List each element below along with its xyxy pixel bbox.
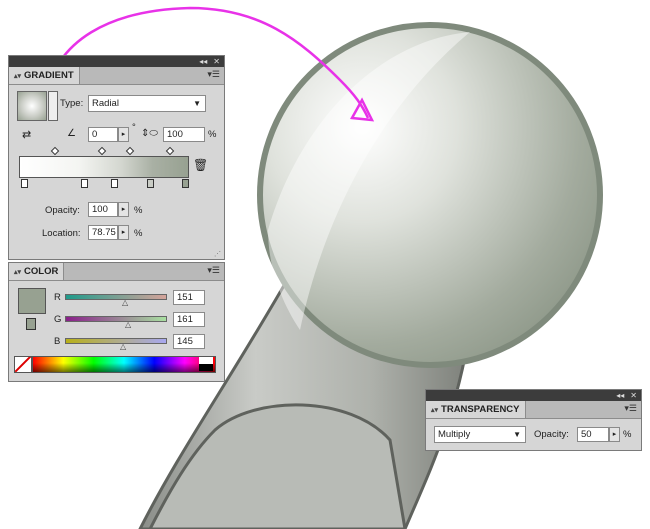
angle-field[interactable]: 0 — [88, 127, 118, 142]
location-field[interactable]: 78.75 — [88, 225, 118, 240]
panel-titlebar[interactable]: ◂◂ ✕ — [9, 56, 224, 67]
fill-swatch[interactable] — [18, 288, 46, 314]
panel-menu-icon[interactable]: ▾☰ — [207, 265, 220, 276]
opacity-stepper[interactable]: ▸ — [118, 202, 129, 217]
blue-slider-thumb[interactable]: △ — [120, 342, 126, 351]
midpoint-handle[interactable] — [125, 146, 135, 156]
trash-icon[interactable]: 🗑 — [193, 158, 208, 172]
red-slider[interactable] — [65, 294, 167, 300]
angle-stepper[interactable]: ▸ — [118, 127, 129, 142]
location-label: Location: — [42, 228, 81, 239]
midpoint-handle[interactable] — [165, 146, 175, 156]
tab-collapse-icon[interactable]: ▴▾ — [431, 406, 438, 414]
transparency-panel: ◂◂ ✕ ▴▾ TRANSPARENCY ▾☰ Multiply ▼ Opacity:… — [425, 389, 642, 451]
channel-label-b: B — [54, 336, 61, 347]
angle-unit: ° — [132, 122, 136, 133]
resize-grip-icon[interactable]: ⋰ — [214, 250, 221, 258]
gradient-panel: ◂◂ ✕ ▴▾ GRADIENT ▾☰ Type: Radial ▼ ⇄ ∠ 0 ▸ … — [8, 55, 225, 260]
reverse-gradient-icon[interactable]: ⇄ — [22, 128, 31, 141]
close-icon[interactable]: ✕ — [213, 57, 220, 66]
green-value-field[interactable]: 161 — [173, 312, 205, 327]
gradient-tab-row: ▴▾ GRADIENT ▾☰ — [9, 67, 224, 85]
tab-transparency[interactable]: ▴▾ TRANSPARENCY — [426, 401, 526, 418]
color-stop[interactable] — [81, 179, 88, 188]
blue-value-field[interactable]: 145 — [173, 334, 205, 349]
tab-label: COLOR — [24, 266, 59, 277]
color-panel: ▴▾ COLOR ▾☰ R △ 151 G △ 161 B △ 145 — [8, 262, 225, 382]
white-swatch[interactable] — [199, 357, 213, 364]
midpoint-handle[interactable] — [97, 146, 107, 156]
color-stop[interactable] — [21, 179, 28, 188]
color-tab-row: ▴▾ COLOR ▾☰ — [9, 263, 224, 281]
angle-icon: ∠ — [67, 128, 76, 139]
panel-menu-icon[interactable]: ▾☰ — [624, 403, 637, 414]
aspect-unit: % — [208, 129, 217, 140]
gradient-stop-indicator-icon — [26, 318, 36, 330]
chevron-down-icon: ▼ — [193, 99, 201, 108]
opacity-label: Opacity: — [45, 205, 80, 216]
gradient-swatch-menu[interactable] — [48, 91, 58, 121]
color-stop[interactable] — [111, 179, 118, 188]
color-spectrum[interactable] — [32, 356, 216, 373]
aspect-field[interactable]: 100 — [163, 127, 205, 142]
red-value-field[interactable]: 151 — [173, 290, 205, 305]
aspect-icon: ⇕⬭ — [141, 128, 158, 139]
channel-label-r: R — [54, 292, 61, 303]
chevron-down-icon: ▼ — [513, 430, 521, 439]
opacity-field[interactable]: 100 — [88, 202, 118, 217]
transparency-opacity-unit: % — [623, 429, 632, 440]
panel-menu-icon[interactable]: ▾☰ — [207, 69, 220, 80]
panel-titlebar[interactable]: ◂◂ ✕ — [426, 390, 641, 401]
color-stop[interactable] — [182, 179, 189, 188]
blend-mode-dropdown[interactable]: Multiply ▼ — [434, 426, 526, 443]
gradient-ramp[interactable] — [19, 156, 189, 178]
location-stepper[interactable]: ▸ — [118, 225, 129, 240]
close-icon[interactable]: ✕ — [630, 391, 637, 400]
green-slider-thumb[interactable]: △ — [125, 320, 131, 329]
none-slash-icon — [15, 357, 31, 372]
green-slider[interactable] — [65, 316, 167, 322]
tab-collapse-icon[interactable]: ▴▾ — [14, 268, 21, 276]
tab-gradient[interactable]: ▴▾ GRADIENT — [9, 67, 80, 84]
none-swatch[interactable] — [14, 356, 32, 373]
black-swatch[interactable] — [199, 364, 213, 371]
type-dropdown[interactable]: Radial ▼ — [88, 95, 206, 112]
collapse-icon[interactable]: ◂◂ — [616, 391, 624, 400]
transparency-tab-row: ▴▾ TRANSPARENCY ▾☰ — [426, 401, 641, 419]
transparency-opacity-stepper[interactable]: ▸ — [609, 427, 620, 442]
tab-label: GRADIENT — [24, 70, 74, 81]
blue-slider[interactable] — [65, 338, 167, 344]
tab-color[interactable]: ▴▾ COLOR — [9, 263, 65, 280]
tab-label: TRANSPARENCY — [441, 404, 520, 415]
midpoint-handle[interactable] — [50, 146, 60, 156]
color-stop[interactable] — [147, 179, 154, 188]
channel-label-g: G — [54, 314, 62, 325]
tube-band — [148, 403, 407, 529]
opacity-unit: % — [134, 205, 143, 216]
gradient-swatch[interactable] — [17, 91, 47, 121]
type-value: Radial — [92, 98, 119, 109]
collapse-icon[interactable]: ◂◂ — [199, 57, 207, 66]
location-unit: % — [134, 228, 143, 239]
transparency-opacity-field[interactable]: 50 — [577, 427, 609, 442]
tab-collapse-icon[interactable]: ▴▾ — [14, 72, 21, 80]
transparency-opacity-label: Opacity: — [534, 429, 569, 440]
type-label: Type: — [60, 98, 84, 109]
blend-mode-value: Multiply — [438, 429, 471, 440]
red-slider-thumb[interactable]: △ — [122, 298, 128, 307]
